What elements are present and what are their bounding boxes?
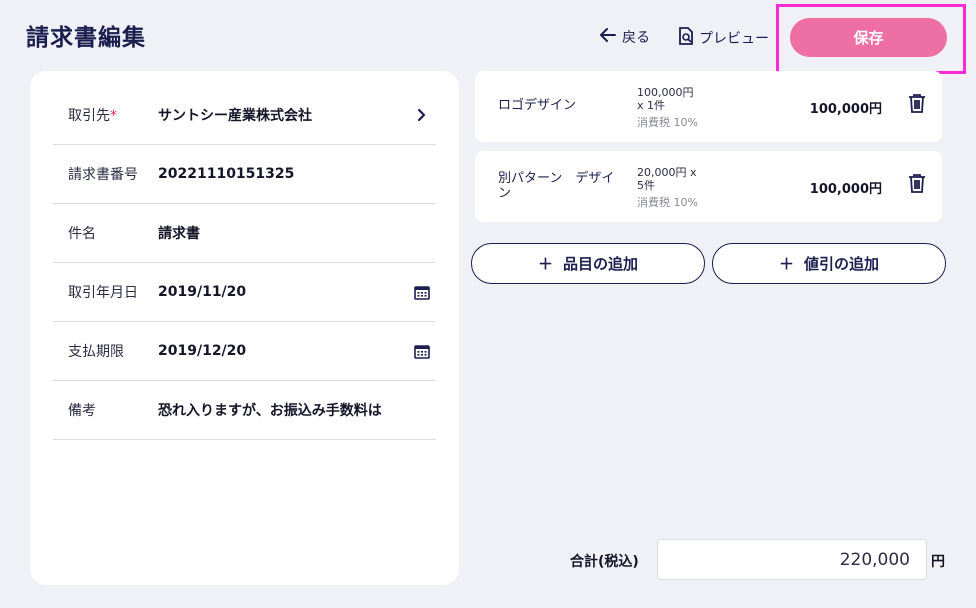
- field-subject[interactable]: 件名 請求書: [53, 204, 436, 263]
- add-item-label: 品目の追加: [563, 255, 639, 273]
- client-value: サントシー産業株式会社: [158, 108, 312, 124]
- item-amount: 100,000円: [809, 102, 882, 117]
- field-client[interactable]: 取引先* サントシー産業株式会社: [53, 86, 436, 145]
- item-unit-price: 20,000円 x: [637, 166, 697, 179]
- field-label: 備考: [68, 403, 96, 419]
- field-label: 取引年月日: [68, 285, 138, 301]
- item-tax: 消費税 10%: [637, 196, 698, 209]
- item-name-continued: ン: [498, 186, 512, 201]
- arrow-left-icon: [600, 28, 616, 46]
- item-name: 別パターン デザイ: [498, 171, 615, 186]
- field-invoice-number[interactable]: 請求書番号 20221110151325: [53, 145, 436, 204]
- subject-value: 請求書: [158, 226, 200, 242]
- preview-button[interactable]: プレビュー: [678, 27, 769, 49]
- field-label: 支払期限: [68, 344, 124, 360]
- field-notes[interactable]: 備考 恐れ入りますが、お振込み手数料は: [53, 381, 436, 440]
- plus-icon: ＋: [778, 255, 794, 273]
- field-label: 件名: [68, 226, 96, 242]
- required-mark: *: [110, 108, 117, 124]
- add-discount-button[interactable]: ＋ 値引の追加: [712, 243, 946, 284]
- transaction-date-value: 2019/11/20: [158, 284, 247, 300]
- invoice-number-value: 20221110151325: [158, 166, 295, 182]
- calendar-icon[interactable]: [408, 285, 436, 300]
- document-search-icon: [678, 27, 694, 49]
- item-tax: 消費税 10%: [637, 116, 698, 129]
- field-label: 請求書番号: [68, 167, 138, 183]
- add-item-button[interactable]: ＋ 品目の追加: [471, 243, 705, 284]
- item-quantity: 5件: [637, 179, 655, 192]
- back-button[interactable]: 戻る: [600, 27, 650, 47]
- field-label: 取引先: [68, 108, 110, 124]
- invoice-form-card: 取引先* サントシー産業株式会社 請求書番号 20221110151325 件名…: [30, 71, 459, 585]
- due-date-value: 2019/12/20: [158, 343, 247, 359]
- item-name: ロゴデザイン: [498, 98, 577, 113]
- save-button[interactable]: 保存: [790, 18, 947, 57]
- field-due-date[interactable]: 支払期限 2019/12/20: [53, 322, 436, 381]
- plus-icon: ＋: [537, 255, 553, 273]
- add-discount-label: 値引の追加: [804, 255, 880, 273]
- header-actions: 戻る プレビュー 保存: [0, 0, 976, 74]
- chevron-right-icon: [408, 108, 436, 122]
- total-unit: 円: [931, 554, 945, 570]
- back-label: 戻る: [622, 30, 650, 46]
- item-quantity: x 1件: [637, 99, 666, 112]
- item-amount: 100,000円: [809, 182, 882, 197]
- line-item[interactable]: ロゴデザイン 100,000円 x 1件 消費税 10% 100,000円: [475, 71, 942, 142]
- notes-value: 恐れ入りますが、お振込み手数料は: [158, 403, 382, 419]
- total-label: 合計(税込): [570, 554, 639, 570]
- trash-icon[interactable]: [908, 173, 926, 197]
- calendar-icon[interactable]: [408, 344, 436, 359]
- line-item[interactable]: 別パターン デザイ ン 20,000円 x 5件 消費税 10% 100,000…: [475, 151, 942, 222]
- item-unit-price: 100,000円: [637, 86, 694, 99]
- field-transaction-date[interactable]: 取引年月日 2019/11/20: [53, 263, 436, 322]
- preview-label: プレビュー: [699, 31, 769, 47]
- total-amount-field[interactable]: 220,000: [657, 539, 927, 580]
- trash-icon[interactable]: [908, 93, 926, 117]
